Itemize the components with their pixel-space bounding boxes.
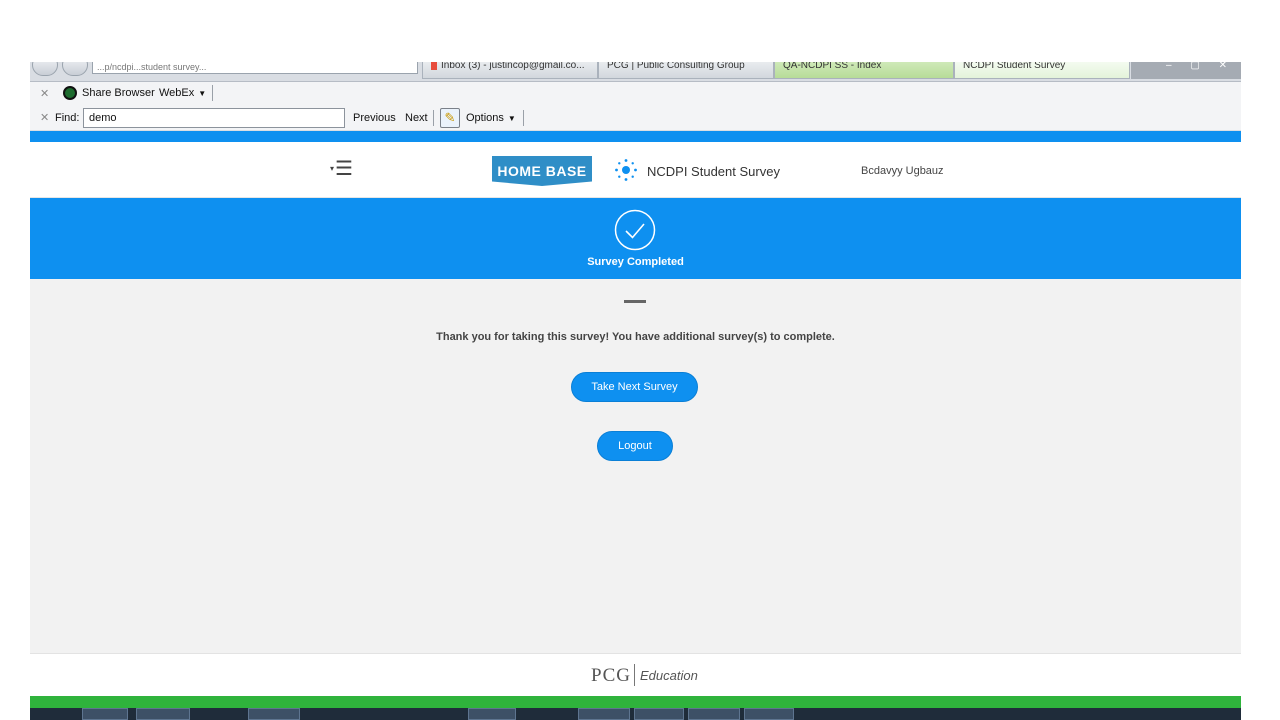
site-footer: PCG Education [30, 653, 1241, 696]
tab-strip: ...p/ncdpi...student survey... Inbox (3)… [30, 62, 1241, 82]
tab-label: Inbox (3) - justincop@gmail.co... [441, 62, 585, 71]
sun-icon [615, 159, 637, 181]
highlight-pencil-icon[interactable]: ✎ [440, 108, 460, 128]
mail-icon [431, 62, 437, 70]
divider-dash [624, 300, 646, 303]
webex-menu-button[interactable]: WebEx ▼ [159, 87, 206, 99]
taskbar-button[interactable] [468, 708, 516, 720]
find-label: Find: [55, 112, 80, 124]
site-header: ▾☰ HOME BASE NCDPI Student Survey Bcdavy… [30, 142, 1241, 198]
user-name[interactable]: Bcdavyy Ugbauz [861, 165, 944, 177]
chevron-down-icon: ▼ [198, 89, 207, 98]
share-browser-button[interactable]: Share Browser [82, 87, 155, 99]
options-menu-button[interactable]: Options ▼ [466, 112, 516, 124]
hamburger-menu-icon[interactable]: ▾☰ [330, 159, 353, 179]
tab-pcg[interactable]: PCG | Public Consulting Group [598, 62, 774, 79]
toolbar-divider [212, 85, 213, 101]
tab-label: NCDPI Student Survey [963, 62, 1066, 71]
find-bar: ✕ Find: Previous Next ✎ Options▼ [30, 105, 1241, 131]
taskbar-button[interactable] [634, 708, 684, 720]
taskbar-button[interactable] [688, 708, 740, 720]
forward-button[interactable] [62, 62, 88, 76]
footer-accent-bar [30, 696, 1241, 708]
tab-label: PCG | Public Consulting Group [607, 62, 745, 71]
window-controls[interactable]: – ▢ ✕ [1131, 62, 1241, 79]
address-bar[interactable]: ...p/ncdpi...student survey... [92, 62, 418, 74]
tab-inbox[interactable]: Inbox (3) - justincop@gmail.co... [422, 62, 598, 79]
taskbar-button[interactable] [248, 708, 300, 720]
toolbar-divider [433, 110, 434, 126]
completion-message: Thank you for taking this survey! You ha… [436, 331, 835, 343]
webex-toolbar: ✕ Share Browser WebEx ▼ [30, 82, 1241, 105]
back-button[interactable] [32, 62, 58, 76]
tab-qa-index[interactable]: QA-NCDPI SS - Index [774, 62, 954, 79]
banner-label: Survey Completed [587, 256, 684, 268]
taskbar-button[interactable] [136, 708, 190, 720]
chevron-down-icon: ▼ [507, 114, 516, 123]
pcg-education-label: Education [640, 668, 698, 683]
close-toolbar-icon[interactable]: ✕ [40, 87, 49, 100]
app-title: NCDPI Student Survey [647, 164, 780, 179]
taskbar-button[interactable] [744, 708, 794, 720]
options-label: Options [466, 112, 504, 124]
pcg-logo: PCG [591, 665, 631, 686]
tab-student-survey[interactable]: NCDPI Student Survey [954, 62, 1130, 79]
find-input[interactable] [83, 108, 345, 128]
taskbar-button[interactable] [82, 708, 128, 720]
home-base-logo[interactable]: HOME BASE [492, 156, 592, 186]
top-accent-bar [30, 131, 1241, 142]
menu-caret-icon: ▾ [330, 164, 335, 173]
find-next-button[interactable]: Next [405, 112, 428, 124]
taskbar-button[interactable] [578, 708, 630, 720]
browser-window: ...p/ncdpi...student survey... Inbox (3)… [30, 62, 1241, 720]
logout-button[interactable]: Logout [597, 431, 673, 461]
webex-label: WebEx [159, 87, 195, 99]
os-taskbar [30, 708, 1241, 720]
close-findbar-icon[interactable]: ✕ [40, 111, 49, 124]
main-content: Thank you for taking this survey! You ha… [30, 279, 1241, 653]
globe-icon [63, 86, 77, 100]
toolbar-divider [523, 110, 524, 126]
tab-label: QA-NCDPI SS - Index [783, 62, 882, 71]
find-previous-button[interactable]: Previous [353, 112, 396, 124]
take-next-survey-button[interactable]: Take Next Survey [571, 372, 698, 402]
survey-completed-banner: Survey Completed [30, 198, 1241, 279]
menu-glyph: ☰ [335, 158, 353, 180]
logo-divider [634, 664, 635, 686]
check-circle-icon [614, 209, 656, 251]
